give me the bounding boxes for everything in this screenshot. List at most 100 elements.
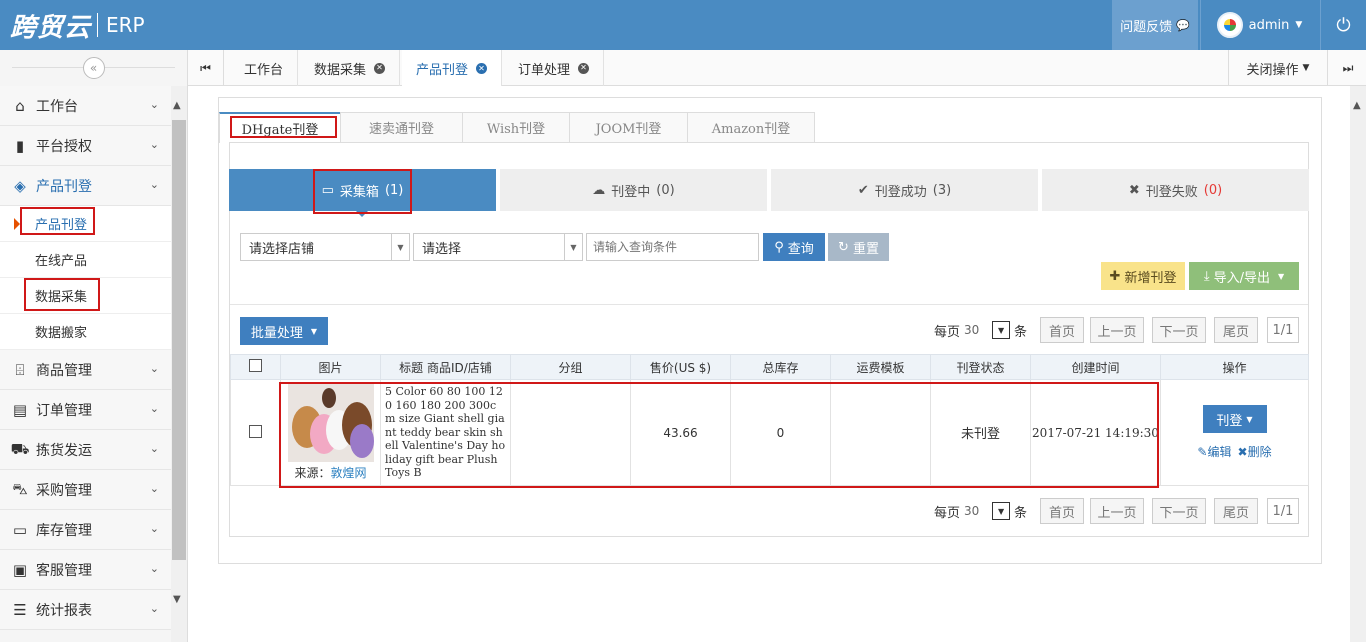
sidebar-item-goods[interactable]: ⌹ 商品管理 ⌄ (0, 350, 171, 390)
refresh-icon: ↻ (838, 239, 849, 255)
source-link[interactable]: 敦煌网 (331, 466, 367, 480)
title-cell: 5 Color 60 80 100 120 160 180 200 300cm … (380, 379, 511, 486)
cart-icon: ⛍ (12, 479, 28, 498)
sidebar-item-purchase[interactable]: ⛍ 采购管理 ⌄ (0, 470, 171, 510)
close-icon[interactable]: ✕ (374, 62, 386, 74)
sidebar-item-platform-auth[interactable]: ▮ 平台授权 ⌄ (0, 126, 171, 166)
close-icon[interactable]: ✕ (476, 63, 488, 74)
sidebar-item-customer-service[interactable]: ▣ 客服管理 ⌄ (0, 550, 171, 590)
delete-link[interactable]: ✖删除 (1238, 443, 1272, 460)
sidebar-item-label: 工作台 (36, 98, 78, 115)
tab-wish[interactable]: Wish刊登 (462, 112, 570, 142)
add-listing-button[interactable]: ✚ 新增刊登 (1101, 262, 1185, 290)
tab-label: 刊登失败 (1145, 184, 1198, 200)
scroll-up-icon[interactable]: ▲ (1353, 100, 1361, 111)
tab-dhgate[interactable]: DHgate刊登 (219, 112, 341, 143)
user-menu[interactable]: admin ▼ (1200, 0, 1318, 50)
query-input[interactable] (586, 233, 759, 261)
page-indicator: 1/1 (1267, 498, 1299, 524)
sidebar-sub-product-listing[interactable]: 产品刊登 (0, 206, 171, 242)
tab-data-collection[interactable]: 数据采集 ✕ (300, 50, 401, 86)
list-icon: ☰ (13, 600, 27, 619)
tab-listing-in-progress[interactable]: ☁ 刊登中 (0) (500, 169, 767, 211)
caret-down-icon[interactable]: ▼ (992, 321, 1011, 339)
sidebar-item-reports[interactable]: ☰ 统计报表 ⌄ (0, 590, 171, 630)
last-page-button[interactable]: 尾页 (1214, 498, 1258, 524)
sidebar-scrollbar[interactable]: ▲ ▼ (171, 86, 187, 642)
chevron-down-icon: ⌄ (149, 562, 159, 575)
content-scrollbar[interactable]: ▲ (1350, 86, 1366, 642)
image-cell: 来源：敦煌网 (280, 379, 381, 486)
type-select[interactable]: 请选择 ▼ (413, 233, 583, 261)
sidebar-item-label: 库存管理 (36, 522, 92, 539)
search-button[interactable]: ⚲ 查询 (763, 233, 825, 261)
reset-button[interactable]: ↻ 重置 (828, 233, 889, 261)
first-page-button[interactable]: 首页 (1040, 498, 1084, 524)
import-export-button[interactable]: ⤓ 导入/导出 ▼ (1189, 262, 1299, 290)
batch-process-button[interactable]: 批量处理 ▼ (240, 317, 328, 345)
sidebar-item-orders[interactable]: ▤ 订单管理 ⌄ (0, 390, 171, 430)
publish-button[interactable]: 刊登 ▼ (1202, 405, 1267, 433)
tab-listing-failed[interactable]: ✖ 刊登失败 (0) (1042, 169, 1309, 211)
caret-down-icon: ▼ (564, 234, 582, 260)
button-label: 导入/导出 (1213, 270, 1270, 286)
operation-cell: 刊登 ▼ ✎编辑 ✖删除 (1160, 379, 1309, 486)
caret-down-icon: ▼ (1277, 271, 1285, 281)
tab-listing-success[interactable]: ✔ 刊登成功 (3) (771, 169, 1038, 211)
select-all-checkbox[interactable] (249, 359, 262, 372)
feedback-button[interactable]: 问题反馈 💬 (1112, 0, 1198, 50)
tab-joom[interactable]: JOOM刊登 (569, 112, 688, 142)
button-label: 尾页 (1222, 505, 1249, 521)
cloud-upload-icon: ☁ (592, 182, 606, 198)
next-page-button[interactable]: 下一页 (1152, 498, 1206, 524)
sidebar-sub-data-migration[interactable]: 数据搬家 (0, 314, 171, 350)
sidebar-item-workbench[interactable]: ⌂ 工作台 ⌄ (0, 86, 171, 126)
close-icon[interactable]: ✕ (578, 62, 590, 74)
tab-order-processing[interactable]: 订单处理 ✕ (504, 50, 605, 86)
tab-aliexpress[interactable]: 速卖通刊登 (340, 112, 463, 142)
scroll-down-icon[interactable]: ▼ (173, 594, 181, 605)
column-header: 操作 (1160, 354, 1309, 380)
tab-collection-box[interactable]: ▭ 采集箱 (1) (229, 169, 496, 211)
power-button[interactable]: ⏻ (1320, 0, 1366, 50)
sidebar-item-label: 拣货发运 (36, 442, 92, 459)
next-page-button[interactable]: 下一页 (1152, 317, 1206, 343)
row-checkbox[interactable] (249, 424, 262, 438)
store-select[interactable]: 请选择店铺 ▼ (240, 233, 410, 261)
shipping-template-cell (830, 379, 931, 486)
tab-count: (0) (1203, 182, 1223, 198)
tab-product-listing[interactable]: 产品刊登 ✕ (402, 50, 503, 87)
sidebar-sub-label: 数据搬家 (35, 326, 88, 341)
active-tab-arrow (355, 210, 369, 217)
sidebar: « ⌂ 工作台 ⌄ ▮ 平台授权 ⌄ ◈ 产品刊登 ⌄ 产品刊登 在线产品 数据采集 数据搬… (0, 50, 188, 642)
inbox-icon: ▭ (321, 182, 334, 198)
sidebar-sub-online-products[interactable]: 在线产品 (0, 242, 171, 278)
sidebar-item-inventory[interactable]: ▭ 库存管理 ⌄ (0, 510, 171, 550)
file-icon: ▤ (12, 400, 28, 419)
edit-link[interactable]: ✎编辑 (1197, 443, 1231, 460)
tabs-next-button[interactable]: ⏭ (1330, 50, 1366, 86)
last-page-button[interactable]: 尾页 (1214, 317, 1258, 343)
collapse-icon[interactable]: « (82, 57, 105, 79)
scroll-up-icon[interactable]: ▲ (173, 100, 181, 111)
app-logo[interactable]: 跨贸云 ERP (10, 8, 145, 43)
download-icon: ⤓ (1203, 268, 1210, 284)
prev-page-button[interactable]: 上一页 (1090, 317, 1144, 343)
prev-page-button[interactable]: 上一页 (1090, 498, 1144, 524)
chevron-down-icon: ⌄ (149, 442, 159, 455)
row-checkbox-cell (230, 379, 281, 486)
first-page-button[interactable]: 首页 (1040, 317, 1084, 343)
tab-amazon[interactable]: Amazon刊登 (687, 112, 815, 142)
sidebar-item-product-listing[interactable]: ◈ 产品刊登 ⌄ (0, 166, 171, 206)
sidebar-item-label: 平台授权 (36, 138, 92, 155)
product-image[interactable] (287, 384, 374, 462)
times-circle-icon: ✖ (1128, 182, 1140, 198)
sidebar-item-shipping[interactable]: ⛟ 拣货发运 ⌄ (0, 430, 171, 470)
tab-workbench[interactable]: 工作台 (230, 50, 299, 86)
sidebar-sub-data-collection[interactable]: 数据采集 (0, 278, 171, 314)
scrollbar-thumb[interactable] (172, 120, 186, 560)
close-operations-button[interactable]: 关闭操作 ▼ (1228, 50, 1328, 86)
tabs-prev-button[interactable]: ⏮ (188, 50, 224, 86)
caret-down-icon[interactable]: ▼ (992, 502, 1011, 520)
home-icon: ⌂ (15, 96, 25, 115)
